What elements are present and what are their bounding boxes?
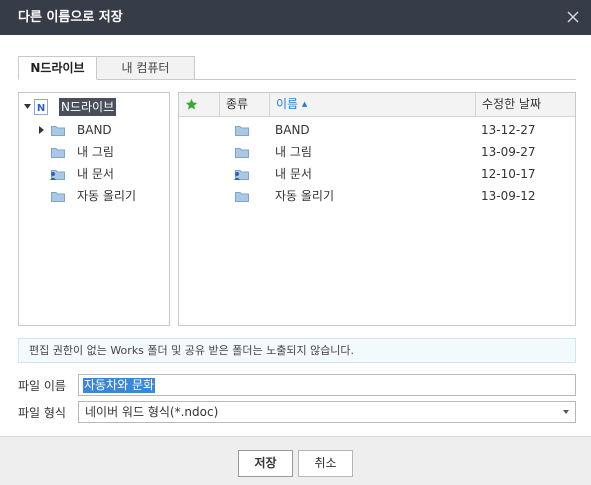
tree-item-label: 자동 올리기	[77, 189, 137, 203]
folder-icon	[51, 148, 65, 158]
folder-tree: N N드라이브 BAND 내 그림 내 문서 자동 올리기	[18, 92, 170, 326]
file-list-header: 종류 이름 ▲ 수정한 날짜	[179, 93, 575, 117]
file-format-select[interactable]: 네이버 워드 형식(*.ndoc)	[78, 401, 576, 423]
close-icon[interactable]	[565, 9, 581, 25]
tree-item-label: 내 그림	[77, 145, 114, 159]
dialog-footer	[0, 436, 591, 485]
filename-selected-text: 자동차와 문화	[83, 378, 156, 393]
svg-text:N: N	[37, 103, 45, 114]
column-name-label: 이름	[276, 97, 299, 111]
column-name[interactable]: 이름 ▲	[269, 93, 475, 116]
collapse-arrow-icon[interactable]	[24, 104, 31, 110]
list-item[interactable]: 내 문서 12-10-17	[179, 163, 575, 185]
list-item-date: 13-09-12	[481, 189, 536, 203]
list-item[interactable]: 자동 올리기 13-09-12	[179, 185, 575, 207]
sort-ascending-icon: ▲	[301, 100, 308, 108]
star-icon	[185, 98, 198, 110]
folder-icon	[235, 148, 249, 158]
list-item-name: BAND	[275, 123, 310, 137]
tab-my-computer[interactable]: 내 컴퓨터	[97, 56, 195, 80]
file-format-value: 네이버 워드 형식(*.ndoc)	[85, 405, 219, 419]
list-item-date: 12-10-17	[481, 167, 536, 181]
save-button[interactable]: 저장	[238, 450, 293, 477]
locked-folder-icon	[234, 170, 249, 180]
list-item-date: 13-09-27	[481, 145, 536, 159]
tree-item-label: BAND	[77, 123, 112, 137]
column-favorite[interactable]	[179, 93, 219, 116]
list-item-name: 내 그림	[275, 145, 312, 159]
locked-folder-icon	[50, 170, 65, 180]
list-item[interactable]: BAND 13-12-27	[179, 119, 575, 141]
tree-item-my-pictures[interactable]: 내 그림	[23, 142, 163, 162]
list-item-date: 13-12-27	[481, 123, 536, 137]
filename-label: 파일 이름	[18, 379, 66, 393]
tree-item-my-documents[interactable]: 내 문서	[23, 164, 163, 184]
dropdown-arrow-icon	[563, 410, 569, 414]
column-type[interactable]: 종류	[219, 93, 269, 116]
folder-icon	[235, 126, 249, 136]
column-modified-date[interactable]: 수정한 날짜	[475, 93, 575, 116]
format-label: 파일 형식	[18, 406, 66, 420]
tab-ndrive[interactable]: N드라이브	[18, 56, 97, 80]
permission-notice: 편집 권한이 없는 Works 폴더 및 공유 받은 폴더는 노출되지 않습니다…	[18, 338, 576, 363]
list-item-name: 내 문서	[275, 167, 312, 181]
tree-root-label: N드라이브	[59, 98, 117, 116]
tree-item-label: 내 문서	[77, 167, 114, 181]
ndrive-icon: N	[34, 99, 48, 115]
list-item[interactable]: 내 그림 13-09-27	[179, 141, 575, 163]
folder-icon	[51, 126, 65, 136]
folder-icon	[51, 192, 65, 202]
dialog-titlebar: 다른 이름으로 저장	[0, 0, 591, 35]
tab-divider	[18, 79, 576, 80]
dialog-title: 다른 이름으로 저장	[18, 10, 123, 25]
file-list: 종류 이름 ▲ 수정한 날짜 BAND 13-12-27 내 그림 13-09-…	[178, 92, 576, 326]
folder-icon	[235, 192, 249, 202]
tree-item-band[interactable]: BAND	[23, 120, 163, 140]
filename-input[interactable]: 자동차와 문화	[78, 374, 576, 396]
tree-item-auto-upload[interactable]: 자동 올리기	[23, 186, 163, 206]
tree-root-ndrive[interactable]: N N드라이브	[23, 97, 163, 117]
cancel-button[interactable]: 취소	[298, 450, 353, 477]
expand-arrow-icon[interactable]	[39, 126, 44, 134]
list-item-name: 자동 올리기	[275, 189, 335, 203]
